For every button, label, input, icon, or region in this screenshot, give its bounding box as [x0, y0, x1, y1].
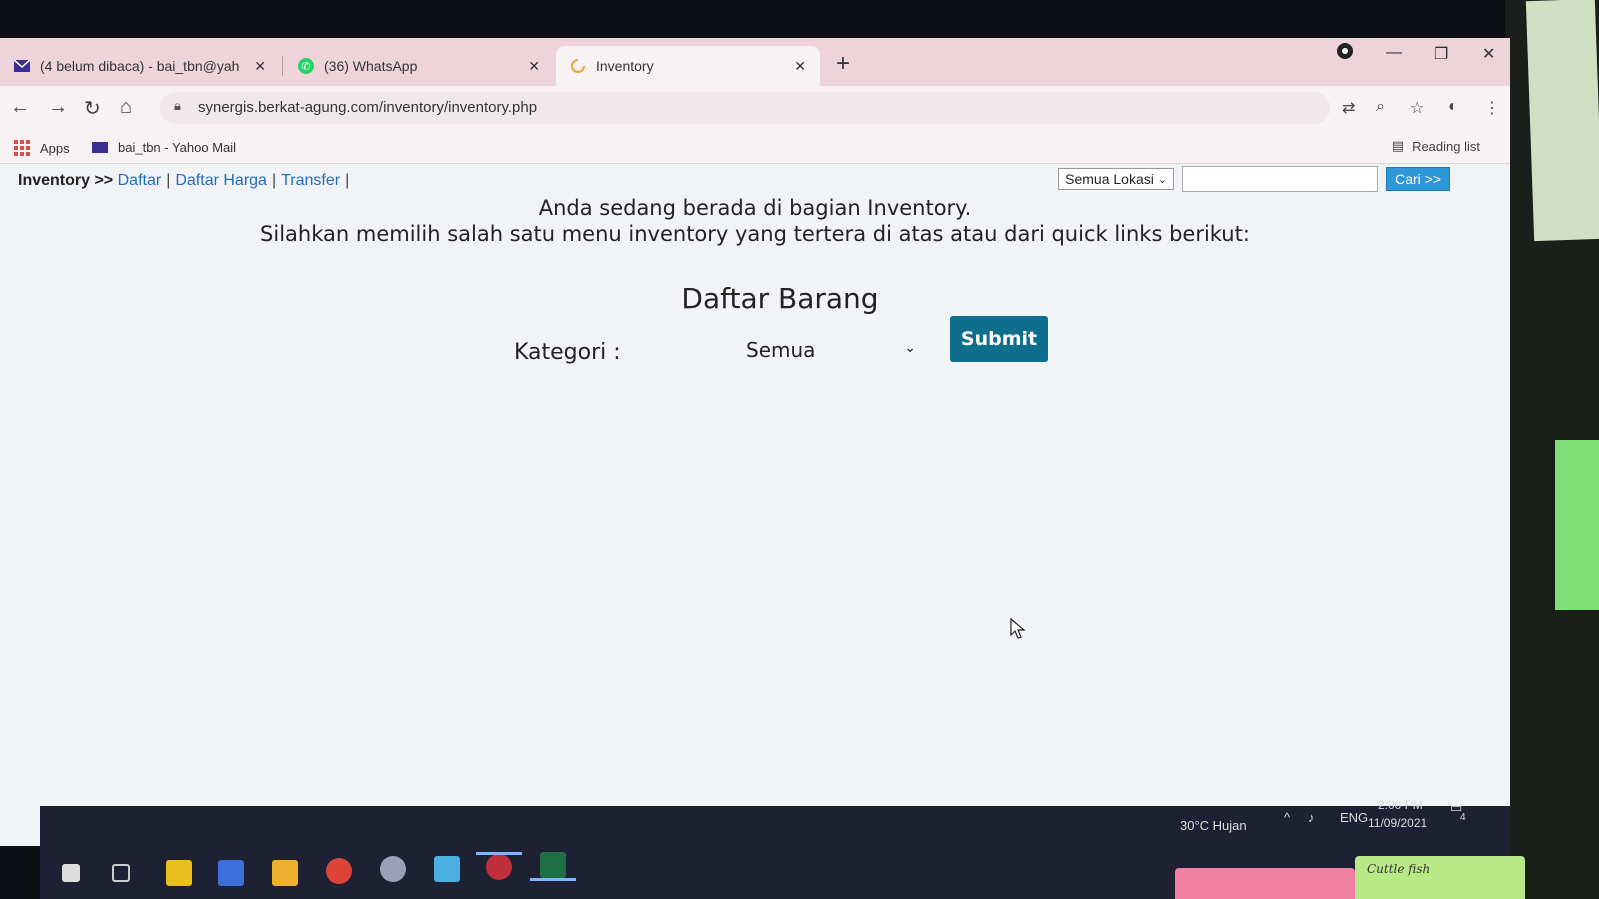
search-input[interactable] [1182, 166, 1379, 192]
kategori-select-value: Semua [746, 338, 816, 362]
app-icon[interactable] [434, 856, 460, 882]
apps-grid-icon [14, 140, 30, 156]
loading-icon [570, 58, 586, 74]
reading-list-icon: ▤ [1391, 138, 1405, 153]
sticky-note-green-bottom: Cuttle fish [1355, 856, 1525, 899]
bookmark-star-icon[interactable]: ☆ [1410, 98, 1424, 118]
tab-title: (36) WhatsApp [324, 58, 418, 74]
address-bar[interactable]: 🔒︎ synergis.berkat-agung.com/inventory/i… [160, 92, 1330, 124]
mail-icon [14, 58, 30, 74]
location-select[interactable]: Semua Lokasi ⌄ [1058, 168, 1175, 190]
forward-icon[interactable]: → [48, 96, 68, 119]
sticky-notes-icon[interactable] [166, 860, 192, 886]
chevron-down-icon: ⌄ [1157, 173, 1168, 186]
bookmark-label: bai_tbn - Yahoo Mail [118, 140, 237, 155]
monitor-screen: (4 belum dibaca) - bai_tbn@yah ✕ ✆ (36) … [0, 38, 1510, 846]
page-content: Inventory >> Daftar | Daftar Harga | Transfe… [0, 164, 1510, 846]
weather-text[interactable]: 30°C Hujan [1180, 818, 1247, 833]
mail-icon [92, 142, 108, 153]
link-daftar-harga[interactable]: Daftar Harga [175, 172, 267, 189]
tab-yahoo-mail[interactable]: (4 belum dibaca) - bai_tbn@yah ✕ [0, 46, 280, 86]
location-select-value: Semua Lokasi [1065, 171, 1154, 187]
bookmark-label: Apps [40, 140, 70, 156]
tab-strip: (4 belum dibaca) - bai_tbn@yah ✕ ✆ (36) … [0, 38, 1510, 86]
active-app-indicator [530, 878, 576, 881]
volume-icon[interactable]: ♪ [1308, 810, 1315, 825]
whatsapp-icon: ✆ [298, 58, 314, 74]
zoom-icon[interactable]: ⌕ [1376, 98, 1385, 116]
task-view-icon[interactable] [112, 864, 130, 882]
calculator-icon[interactable] [218, 860, 244, 886]
close-tab-icon[interactable]: ✕ [254, 58, 266, 75]
close-tab-icon[interactable]: ✕ [528, 58, 540, 75]
home-icon[interactable]: ⌂ [120, 96, 132, 119]
translate-icon[interactable]: ⇄ [1342, 98, 1355, 118]
link-daftar[interactable]: Daftar [118, 172, 162, 189]
search-area: Semua Lokasi ⌄ Cari >> [1058, 164, 1450, 194]
new-tab-button[interactable]: + [836, 50, 850, 78]
tab-divider [282, 56, 283, 76]
clock-time[interactable]: 2:00 PM [1378, 798, 1423, 812]
reading-list-button[interactable]: ▤ Reading list [1392, 138, 1480, 154]
sticky-note-top [1525, 0, 1599, 242]
chrome-icon[interactable] [326, 858, 352, 884]
clock-date[interactable]: 11/09/2021 [1368, 816, 1427, 830]
restore-icon[interactable]: ❐ [1434, 44, 1448, 64]
reload-icon[interactable]: ↻ [84, 96, 101, 121]
profile-icon[interactable] [1336, 42, 1354, 65]
submit-button[interactable]: Submit [950, 316, 1048, 362]
reading-list-label: Reading list [1412, 138, 1480, 154]
close-window-icon[interactable]: ✕ [1482, 44, 1495, 64]
tab-title: Inventory [596, 58, 654, 74]
kategori-select[interactable]: Semua ⌄ [728, 330, 928, 370]
file-explorer-icon[interactable] [272, 860, 298, 886]
url-text: synergis.berkat-agung.com/inventory/inve… [198, 99, 538, 116]
kategori-label: Kategori : [514, 340, 621, 365]
chevron-down-icon: ⌄ [904, 340, 916, 356]
link-transfer[interactable]: Transfer [281, 172, 340, 189]
app-icon[interactable] [486, 854, 512, 880]
browser-toolbar: ← → ↻ ⌂ 🔒︎ synergis.berkat-agung.com/inv… [0, 86, 1510, 132]
form-title: Daftar Barang [681, 282, 879, 315]
bookmarks-bar: Apps bai_tbn - Yahoo Mail ▤ Reading list [0, 132, 1510, 164]
tab-inventory[interactable]: Inventory ✕ [556, 46, 820, 86]
minimize-icon[interactable]: — [1386, 44, 1402, 62]
bookmark-apps[interactable]: Apps [14, 140, 70, 156]
back-icon[interactable]: ← [10, 96, 30, 119]
menu-icon[interactable]: ⋮ [1484, 98, 1500, 118]
sticky-note-text: Cuttle fish [1367, 862, 1431, 876]
app-icon[interactable] [380, 856, 406, 882]
active-app-indicator [476, 852, 522, 855]
intro-line-2: Silahkan memilih salah satu menu invento… [260, 222, 1250, 246]
cari-button[interactable]: Cari >> [1386, 167, 1450, 191]
tab-whatsapp[interactable]: ✆ (36) WhatsApp ✕ [284, 46, 554, 86]
bookmark-yahoo-mail[interactable]: bai_tbn - Yahoo Mail [92, 140, 236, 155]
notification-count: 4 [1460, 812, 1466, 823]
intro-line-1: Anda sedang berada di bagian Inventory. [538, 196, 972, 220]
start-icon[interactable] [62, 864, 80, 882]
extension-icon[interactable]: ◐ [1448, 98, 1458, 116]
close-tab-icon[interactable]: ✕ [794, 58, 806, 75]
breadcrumb-root: Inventory >> [18, 172, 114, 189]
sticky-note-green [1555, 440, 1599, 610]
tab-title: (4 belum dibaca) - bai_tbn@yah [40, 58, 240, 74]
chevron-up-icon[interactable]: ^ [1284, 810, 1290, 825]
breadcrumb: Inventory >> Daftar | Daftar Harga | Transfe… [18, 172, 350, 189]
sticky-note-pink [1175, 868, 1355, 899]
language-indicator[interactable]: ENG [1340, 810, 1368, 825]
lock-icon: 🔒︎ [174, 98, 181, 113]
excel-icon[interactable] [540, 852, 566, 878]
